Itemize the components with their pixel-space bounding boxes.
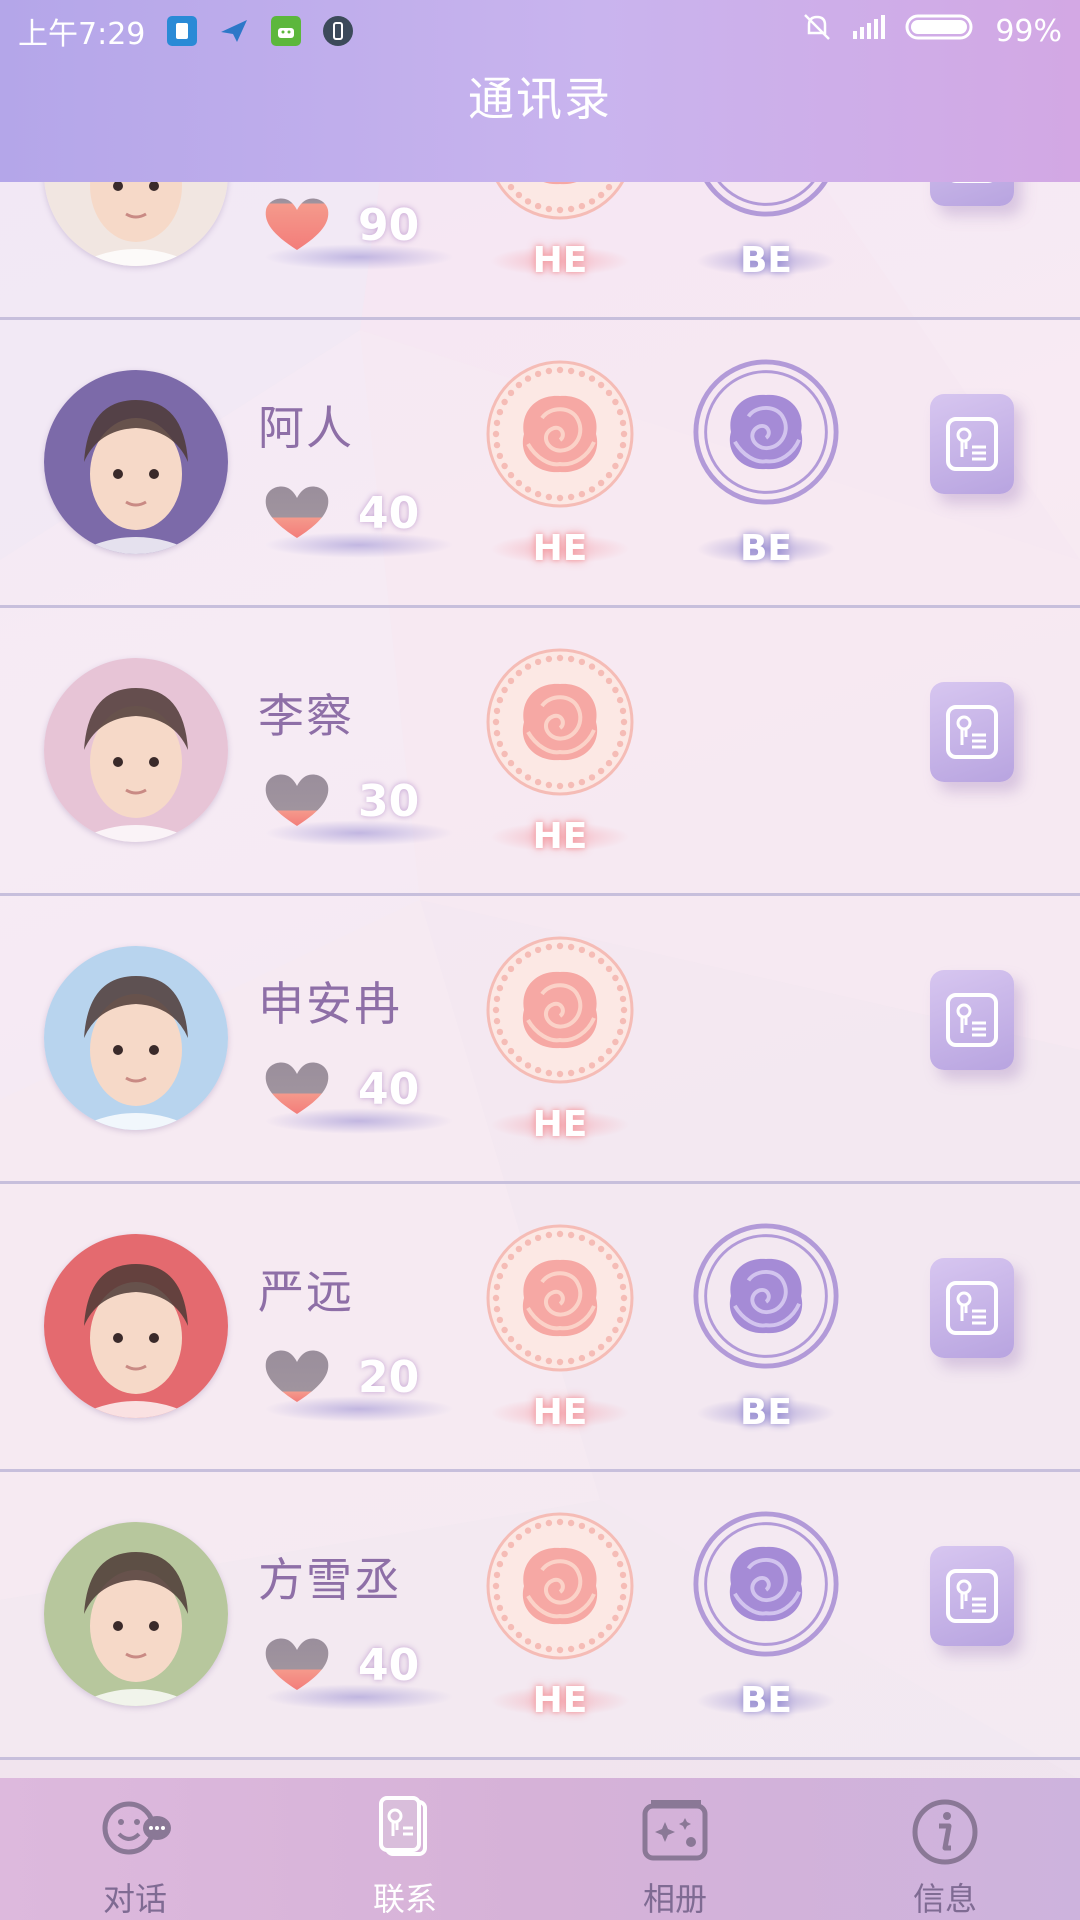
contact-name: 方雪丞 — [258, 1553, 402, 1607]
avatar[interactable] — [44, 182, 228, 266]
contact-name: 申安冉 — [258, 977, 402, 1031]
contact-row[interactable]: 严远 20 HE BE — [0, 1184, 1080, 1472]
contact-name: 李察 — [258, 689, 354, 743]
profile-card-icon — [946, 1569, 998, 1623]
he-label: HE — [532, 240, 588, 281]
he-label: HE — [532, 1392, 588, 1433]
battery-icon — [905, 12, 977, 50]
contact-row[interactable]: 方雪丞 40 HE BE — [0, 1472, 1080, 1760]
page-title: 通讯录 — [468, 72, 612, 126]
heart-icon — [265, 486, 329, 538]
heart-icon — [265, 1638, 329, 1690]
affection-meter: 40 — [262, 1052, 462, 1142]
heart-icon — [265, 1350, 329, 1402]
he-label: HE — [532, 1680, 588, 1721]
be-label: BE — [739, 240, 793, 281]
affection-value: 20 — [358, 1352, 420, 1403]
affection-meter: 20 — [262, 1340, 462, 1430]
nav-label-contacts: 联系 — [372, 1880, 437, 1918]
profile-card-button[interactable] — [930, 394, 1014, 494]
heart-icon — [265, 198, 329, 250]
status-bar: 上午7:29 99% — [0, 0, 1080, 62]
silent-bell-icon — [801, 11, 833, 51]
he-ending-rose-icon[interactable] — [484, 1510, 636, 1662]
contact-row[interactable]: 90 HE BE — [0, 182, 1080, 320]
contact-list[interactable]: 90 HE BE 阿人 40 HE BE 李察 30 HE 申安冉 40 HE … — [0, 182, 1080, 1778]
contact-name: 严远 — [258, 1265, 354, 1319]
battery-percent: 99% — [995, 13, 1062, 49]
avatar[interactable] — [44, 1234, 228, 1418]
info-icon — [912, 1799, 978, 1865]
be-ending-rose-icon[interactable] — [692, 1510, 840, 1658]
bird-app-icon — [219, 16, 249, 46]
contact-row[interactable]: 申安冉 40 HE — [0, 896, 1080, 1184]
affection-value: 40 — [358, 1640, 420, 1691]
album-icon — [642, 1800, 708, 1861]
profile-card-button[interactable] — [930, 970, 1014, 1070]
he-ending-rose-icon[interactable] — [484, 934, 636, 1086]
phone-app-icon — [323, 16, 354, 46]
heart-icon — [265, 1062, 329, 1114]
nav-label-info: 信息 — [912, 1880, 977, 1918]
nav-tab-chat[interactable]: 对话 — [0, 1778, 270, 1920]
be-label: BE — [739, 1680, 793, 1721]
contact-card-icon — [379, 1796, 427, 1856]
profile-card-button[interactable] — [930, 682, 1014, 782]
status-time: 上午7:29 — [18, 17, 146, 52]
be-label: BE — [739, 528, 793, 569]
nav-label-album: 相册 — [642, 1880, 707, 1918]
profile-card-button[interactable] — [930, 1258, 1014, 1358]
profile-card-icon — [946, 705, 998, 759]
signal-icon — [851, 13, 887, 49]
affection-meter: 40 — [262, 1628, 462, 1718]
profile-card-icon — [951, 182, 993, 183]
nav-label-chat: 对话 — [102, 1880, 167, 1918]
contact-name: 阿人 — [258, 401, 354, 455]
contact-row[interactable]: 李察 30 HE — [0, 608, 1080, 896]
chat-bubble-icon — [102, 1801, 171, 1855]
he-ending-rose-icon[interactable] — [484, 358, 636, 510]
be-ending-rose-icon[interactable] — [692, 182, 840, 218]
he-ending-rose-icon[interactable] — [484, 1222, 636, 1374]
affection-value: 40 — [358, 488, 420, 539]
nav-tab-info[interactable]: 信息 — [810, 1778, 1080, 1920]
affection-meter: 30 — [262, 764, 462, 854]
bottom-nav: 对话 联系 相册 信息 — [0, 1778, 1080, 1920]
android-app-icon — [271, 16, 302, 46]
affection-meter: 40 — [262, 476, 462, 566]
avatar[interactable] — [44, 658, 228, 842]
avatar[interactable] — [44, 946, 228, 1130]
affection-value: 40 — [358, 1064, 420, 1115]
files-app-icon — [167, 16, 198, 46]
profile-card-button[interactable] — [930, 182, 1014, 206]
he-label: HE — [532, 528, 588, 569]
he-label: HE — [532, 816, 588, 857]
avatar[interactable] — [44, 1522, 228, 1706]
affection-value: 30 — [358, 776, 420, 827]
he-label: HE — [532, 1104, 588, 1145]
contact-row[interactable]: 阿人 40 HE BE — [0, 320, 1080, 608]
be-ending-rose-icon[interactable] — [692, 358, 840, 506]
profile-card-icon — [946, 993, 998, 1047]
nav-tab-contacts[interactable]: 联系 — [270, 1778, 540, 1920]
he-ending-rose-icon[interactable] — [484, 646, 636, 798]
he-ending-rose-icon[interactable] — [484, 182, 636, 222]
nav-tab-album[interactable]: 相册 — [540, 1778, 810, 1920]
affection-value: 90 — [358, 200, 420, 251]
profile-card-button[interactable] — [930, 1546, 1014, 1646]
profile-card-icon — [946, 1281, 998, 1335]
avatar[interactable] — [44, 370, 228, 554]
profile-card-icon — [946, 417, 998, 471]
affection-meter: 90 — [262, 188, 462, 278]
be-label: BE — [739, 1392, 793, 1433]
be-ending-rose-icon[interactable] — [692, 1222, 840, 1370]
heart-icon — [265, 774, 329, 826]
